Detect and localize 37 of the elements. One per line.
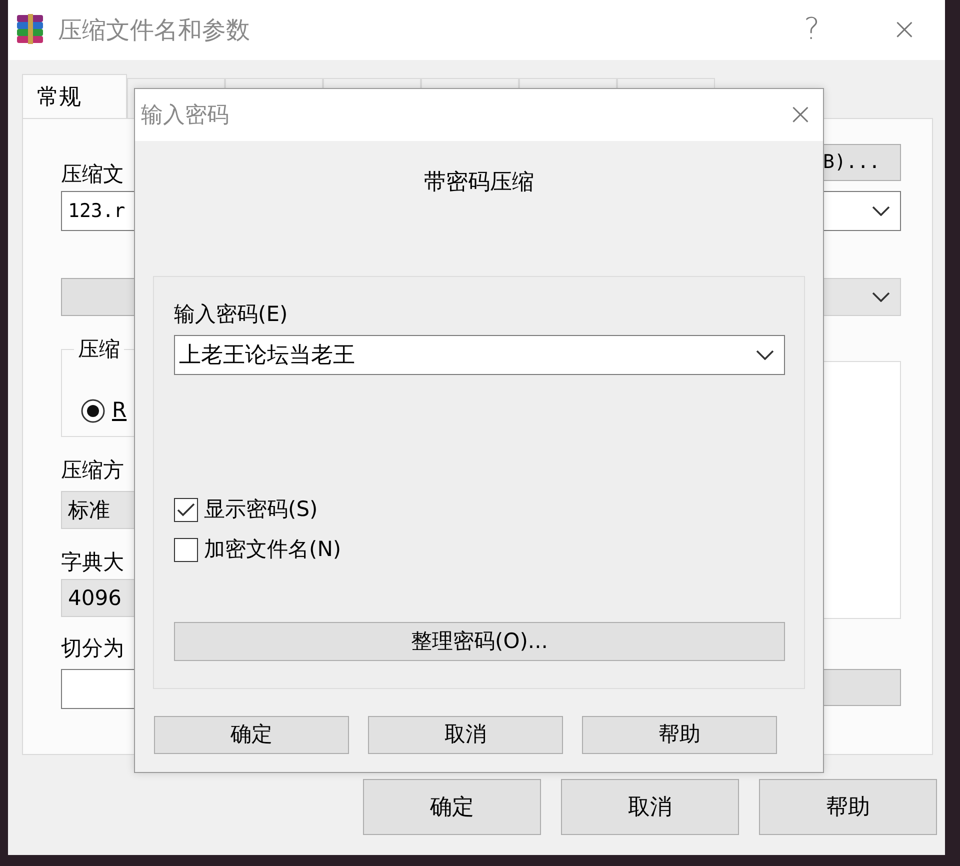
text-field[interactable]: 123.r — [61, 191, 135, 231]
dialog-button[interactable]: 帮助 — [582, 716, 777, 754]
field-label: 字典大 — [61, 549, 125, 575]
dialog-button[interactable]: 确定 — [363, 779, 541, 835]
checkbox[interactable] — [174, 498, 198, 522]
manage-passwords-button[interactable]: 整理密码(O)... — [174, 622, 785, 661]
dialog-button[interactable]: 帮助 — [759, 779, 937, 835]
check-icon — [177, 503, 195, 517]
dialog-button[interactable]: 取消 — [368, 716, 563, 754]
tab[interactable]: 常规 — [22, 74, 127, 118]
checkbox[interactable] — [174, 538, 198, 562]
chevron-down-icon[interactable] — [872, 206, 890, 216]
field-label: 切分为 — [61, 635, 125, 661]
close-button[interactable]: × — [788, 100, 813, 130]
password-text: 上老王论坛当老王 — [179, 342, 355, 370]
dialog-button[interactable]: 确定 — [154, 716, 349, 754]
field-label: 输入密码(E) — [174, 301, 288, 327]
field-label: 压缩方 — [61, 457, 125, 483]
password-combo[interactable]: 上老王论坛当老王 — [174, 335, 785, 375]
radio-button[interactable] — [80, 398, 106, 424]
dropdown[interactable]: 标准 — [61, 491, 135, 529]
dialog-heading: 带密码压缩 — [423, 169, 535, 197]
dropdown[interactable]: 4096 — [61, 579, 135, 617]
field-label: 压缩文 — [61, 161, 125, 187]
dialog-title: 输入密码 — [141, 102, 229, 130]
chevron-down-icon[interactable] — [756, 350, 774, 360]
checkbox-label: 显示密码(S) — [204, 496, 318, 524]
close-button[interactable]: × — [892, 15, 917, 45]
checkbox-label: 加密文件名(N) — [204, 536, 342, 564]
window-title: 压缩文件名和参数 — [58, 15, 250, 46]
dialog-button[interactable]: 取消 — [561, 779, 739, 835]
input-field[interactable] — [61, 669, 135, 709]
radio-label: R — [112, 397, 127, 424]
browse-button[interactable]: B)... — [823, 144, 901, 181]
combo-box[interactable] — [823, 191, 901, 231]
chevron-down-icon[interactable] — [872, 292, 890, 302]
help-button[interactable]: ? — [804, 15, 820, 45]
